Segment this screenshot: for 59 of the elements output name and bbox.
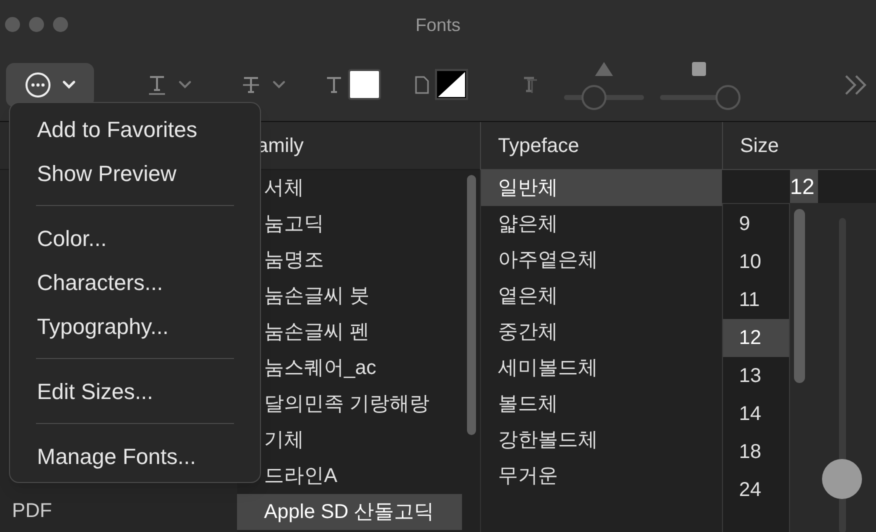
list-item[interactable]: 강한볼드체 <box>481 422 722 458</box>
chevron-icon <box>272 80 286 90</box>
strikethrough-button[interactable] <box>242 74 286 94</box>
more-icon <box>24 70 52 98</box>
slider-thumb[interactable] <box>716 84 740 110</box>
close-button[interactable] <box>5 16 20 32</box>
shadow-blur-slider[interactable] <box>660 84 740 110</box>
list-item[interactable]: 9 <box>723 205 789 243</box>
zoom-button[interactable] <box>53 16 68 32</box>
list-item[interactable]: 얇은체 <box>481 206 722 242</box>
chevron-icon <box>62 80 76 90</box>
color-swatch <box>348 69 381 100</box>
menu-item[interactable]: Add to Favorites <box>10 112 198 146</box>
slider-thumb[interactable] <box>582 84 607 110</box>
underline-button[interactable] <box>148 74 192 96</box>
menu-item[interactable]: Manage Fonts... <box>10 440 196 472</box>
column-header[interactable]: Size <box>723 130 779 160</box>
list-item[interactable]: 18 <box>723 433 789 471</box>
document-color-button[interactable] <box>415 69 468 100</box>
square-icon <box>690 60 708 78</box>
column-header[interactable]: Typeface <box>481 130 580 160</box>
list-item[interactable]: 10 <box>723 243 789 281</box>
underline-icon <box>148 74 166 96</box>
list-item[interactable]: 중간체 <box>481 314 722 350</box>
size-slider[interactable] <box>822 218 862 532</box>
minimize-button[interactable] <box>29 16 44 32</box>
overflow-icon[interactable] <box>844 74 868 96</box>
list-item[interactable]: Apple SD 산돌고딕 <box>237 494 462 530</box>
chevron-icon <box>178 80 192 90</box>
menu-item[interactable]: Characters... <box>10 266 163 298</box>
shadow-opacity-slider[interactable] <box>564 84 644 110</box>
list-item[interactable]: 세미볼드체 <box>481 350 722 386</box>
slider-thumb[interactable] <box>822 459 862 500</box>
scrollbar[interactable] <box>794 209 804 383</box>
text-color-button[interactable] <box>326 69 381 100</box>
menu-item[interactable]: Color... <box>10 222 107 254</box>
list-item[interactable]: 13 <box>723 357 789 395</box>
list-item[interactable]: 14 <box>723 395 789 433</box>
window-title: Fonts <box>415 14 461 37</box>
sidebar-item[interactable]: PDF <box>12 496 52 526</box>
text-icon <box>326 76 342 94</box>
action-menu-button[interactable] <box>6 62 94 106</box>
menu-item[interactable]: Typography... <box>10 310 169 342</box>
list-item[interactable]: 12 <box>723 319 789 357</box>
menu-item[interactable]: Show Preview <box>10 156 176 190</box>
list-item[interactable]: 24 <box>723 471 789 509</box>
scrollbar[interactable] <box>466 175 476 435</box>
list-item[interactable]: 11 <box>723 281 789 319</box>
color-swatch <box>435 69 468 100</box>
list-item[interactable]: 볼드체 <box>481 386 722 422</box>
menu-item[interactable]: Edit Sizes... <box>10 374 154 408</box>
size-field[interactable]: 12 <box>722 170 876 203</box>
list-item[interactable]: 무거운 <box>481 458 722 494</box>
triangle-icon <box>594 60 614 76</box>
document-icon <box>415 76 429 94</box>
strikethrough-icon <box>242 74 260 94</box>
list-item[interactable]: 아주옅은체 <box>481 242 722 278</box>
list-item[interactable]: 일반체 <box>481 170 722 206</box>
list-item[interactable]: 옅은체 <box>481 278 722 314</box>
